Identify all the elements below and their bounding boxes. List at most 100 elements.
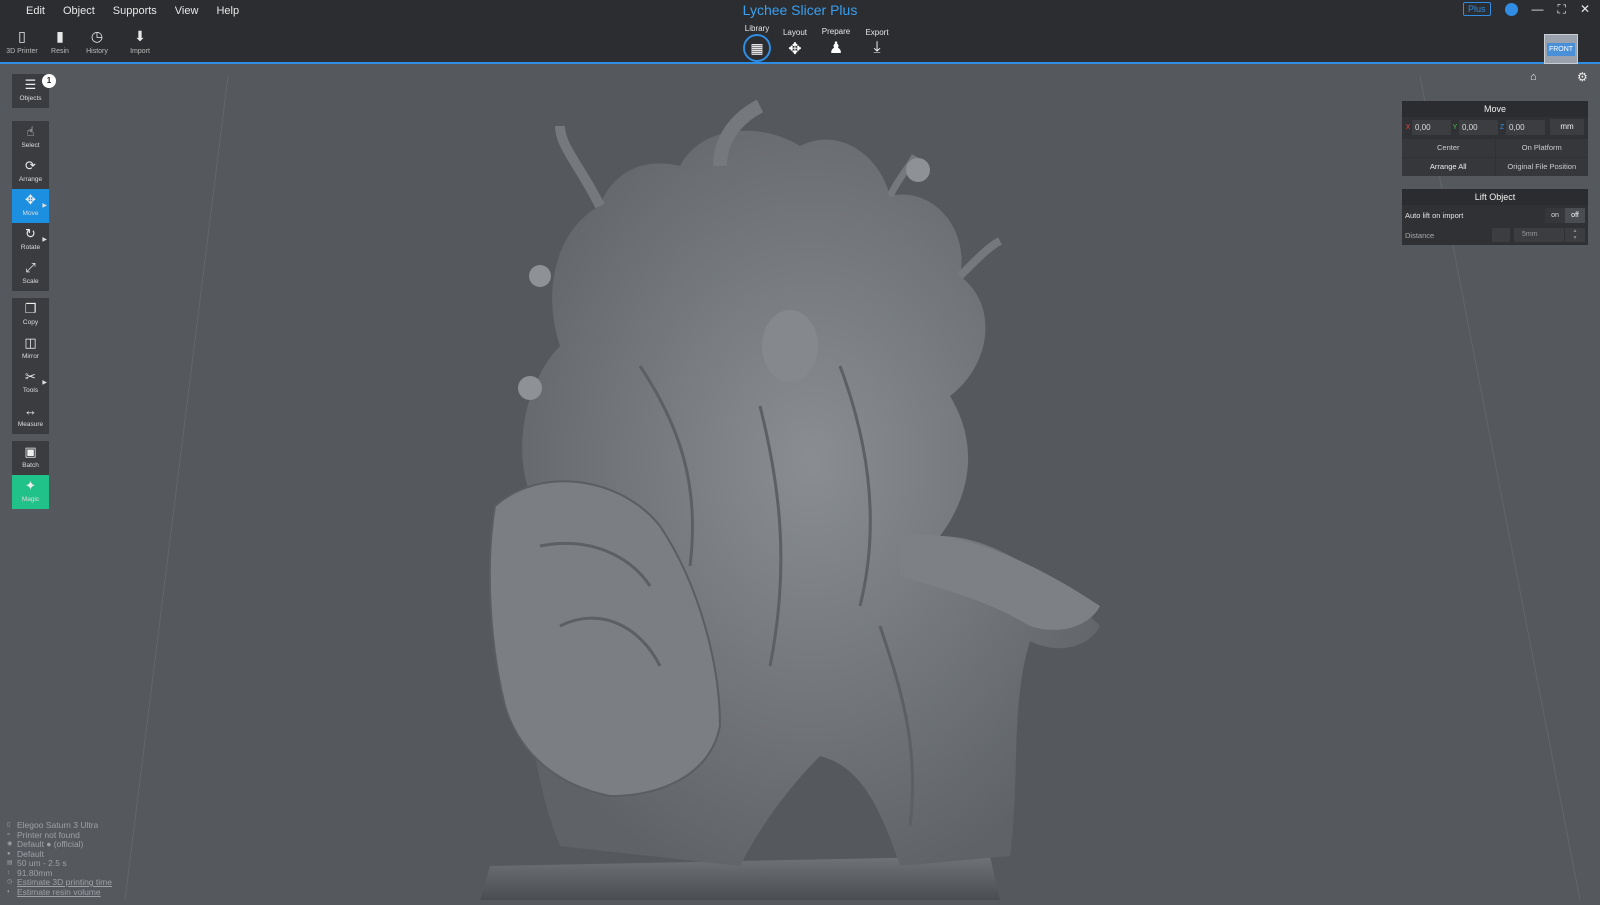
tools-button[interactable]: ✂ Tools ▶ <box>12 366 49 400</box>
model-skull <box>529 265 551 287</box>
library-icon: ▦ <box>743 34 771 62</box>
print-info: ▯ Elegoo Saturn 3 Ultra ≈ Printer not foun… <box>7 820 112 898</box>
batch-button[interactable]: ▣ Batch <box>12 441 49 475</box>
select-label: Select <box>21 142 40 149</box>
scale-label: Scale <box>22 278 39 285</box>
resin-bottle-icon: ▮ <box>56 28 64 44</box>
copy-label: Copy <box>22 319 39 326</box>
z-axis-label: Z <box>1499 123 1505 131</box>
3d-model-render[interactable] <box>0 66 1600 901</box>
distance-control: 5mm ▲ ▼ <box>1492 228 1585 242</box>
distance-unit: mm <box>1525 231 1538 238</box>
printer-icon: ▯ <box>7 822 11 828</box>
close-icon[interactable]: ✕ <box>1580 3 1590 15</box>
objects-count-badge: 1 <box>42 74 56 88</box>
coordinate-row: X 0,00 Y 0,00 Z 0,00 mm <box>1402 117 1588 137</box>
center-button[interactable]: Center <box>1402 139 1495 157</box>
measure-button[interactable]: ↔ Measure <box>12 400 49 434</box>
scale-icon: ⤢ <box>25 260 36 275</box>
rotate-button[interactable]: ↻ Rotate ▶ <box>12 223 49 257</box>
mirror-icon: ◫ <box>24 335 37 350</box>
distance-stepper[interactable]: ▲ ▼ <box>1565 228 1585 242</box>
arrange-icon: ⟳ <box>25 158 36 173</box>
model-skull <box>518 376 542 400</box>
volume-icon: ◐ <box>7 888 11 895</box>
tab-export[interactable]: Export ⤓ <box>855 28 899 57</box>
resin-label: Resin <box>51 48 69 55</box>
copy-button[interactable]: ❐ Copy <box>12 298 49 332</box>
y-coordinate: Y 0,00 <box>1451 119 1498 135</box>
batch-label: Batch <box>22 462 39 469</box>
distance-input[interactable]: 5mm <box>1514 228 1564 242</box>
unit-toggle[interactable]: mm <box>1550 119 1584 135</box>
model-face <box>762 310 818 382</box>
minimize-icon[interactable]: — <box>1532 3 1544 15</box>
3d-viewport[interactable] <box>0 66 1600 901</box>
arrange-all-button[interactable]: Arrange All <box>1402 158 1495 176</box>
mirror-label: Mirror <box>22 353 39 360</box>
layout-move-icon: ✥ <box>788 41 802 58</box>
x-input[interactable]: 0,00 <box>1412 119 1451 135</box>
maximize-icon[interactable]: ⛶ <box>1558 3 1566 15</box>
clock-icon: ◷ <box>7 879 13 885</box>
measure-label: Measure <box>17 421 44 428</box>
mirror-button[interactable]: ◫ Mirror <box>12 332 49 366</box>
view-cube[interactable]: FRONT <box>1544 34 1578 64</box>
z-input[interactable]: 0,00 <box>1506 119 1545 135</box>
auto-lift-on-button[interactable]: on <box>1545 207 1565 223</box>
export-icon: ⤓ <box>873 39 881 56</box>
objects-label: Objects <box>19 95 42 102</box>
z-coordinate: Z 0,00 <box>1498 119 1545 135</box>
lift-panel-title: Lift Object <box>1402 189 1588 205</box>
magic-button[interactable]: ✦ Magic <box>12 475 49 509</box>
printer-label: 3D Printer <box>6 48 38 55</box>
move-button[interactable]: ✥ Move ▶ <box>12 189 49 223</box>
move-panel: Move X 0,00 Y 0,00 Z 0,00 mm Center On P… <box>1402 101 1588 176</box>
select-button[interactable]: ☝ Select <box>12 121 49 155</box>
import-label: Import <box>130 48 150 55</box>
rotate-label: Rotate <box>20 244 41 251</box>
tab-layout[interactable]: Layout ✥ <box>773 28 817 59</box>
view-cube-face-label: FRONT <box>1546 42 1576 56</box>
history-button[interactable]: ◷ History <box>79 28 115 55</box>
printer-button[interactable]: ▯ 3D Printer <box>4 28 40 55</box>
on-platform-button[interactable]: On Platform <box>1495 139 1588 157</box>
original-position-button[interactable]: Original File Position <box>1495 158 1588 176</box>
tab-layout-label: Layout <box>782 28 808 37</box>
resin-button[interactable]: ▮ Resin <box>42 28 78 55</box>
arrange-label: Arrange <box>18 176 43 183</box>
history-icon: ◷ <box>90 28 104 44</box>
model-skull <box>906 158 930 182</box>
arrange-button[interactable]: ⟳ Arrange <box>12 155 49 189</box>
move-panel-title: Move <box>1402 101 1588 117</box>
user-account-icon[interactable] <box>1504 2 1518 16</box>
auto-lift-off-button[interactable]: off <box>1565 207 1585 223</box>
app-title: Lychee Slicer Plus <box>742 2 858 18</box>
magic-label: Magic <box>21 496 40 503</box>
submenu-arrow-icon: ▶ <box>42 380 47 386</box>
y-input[interactable]: 0,00 <box>1459 119 1498 135</box>
y-axis-label: Y <box>1452 123 1458 131</box>
profile-icon: ◉ <box>7 841 13 847</box>
auto-lift-label: Auto lift on import <box>1405 210 1464 220</box>
height-icon: ↕ <box>7 869 10 876</box>
main-toolbar: ▯ 3D Printer ▮ Resin ◷ History ⬇ Import … <box>0 22 1600 64</box>
scale-button[interactable]: ⤢ Scale <box>12 257 49 291</box>
distance-row: Distance 5mm ▲ ▼ <box>1402 225 1588 245</box>
tab-prepare[interactable]: Prepare ♟ <box>814 27 858 58</box>
auto-lift-row: Auto lift on import on off <box>1402 205 1588 225</box>
x-axis-label: X <box>1405 123 1411 131</box>
move-label: Move <box>22 210 39 217</box>
pointer-hand-icon: ☝ <box>26 124 35 139</box>
x-coordinate: X 0,00 <box>1404 119 1451 135</box>
copy-icon: ❐ <box>24 301 37 316</box>
import-button[interactable]: ⬇ Import <box>122 28 158 55</box>
home-view-icon[interactable]: ⌂ <box>1530 71 1537 83</box>
measure-arrows-icon: ↔ <box>24 403 37 418</box>
distance-slider[interactable] <box>1492 228 1510 242</box>
estimate-volume-link[interactable]: ◐ Estimate resin volume <box>7 887 112 898</box>
plus-badge[interactable]: Plus <box>1463 2 1491 16</box>
submenu-arrow-icon: ▶ <box>42 237 47 243</box>
gear-icon[interactable]: ⚙ <box>1577 70 1588 84</box>
import-icon: ⬇ <box>134 28 146 44</box>
